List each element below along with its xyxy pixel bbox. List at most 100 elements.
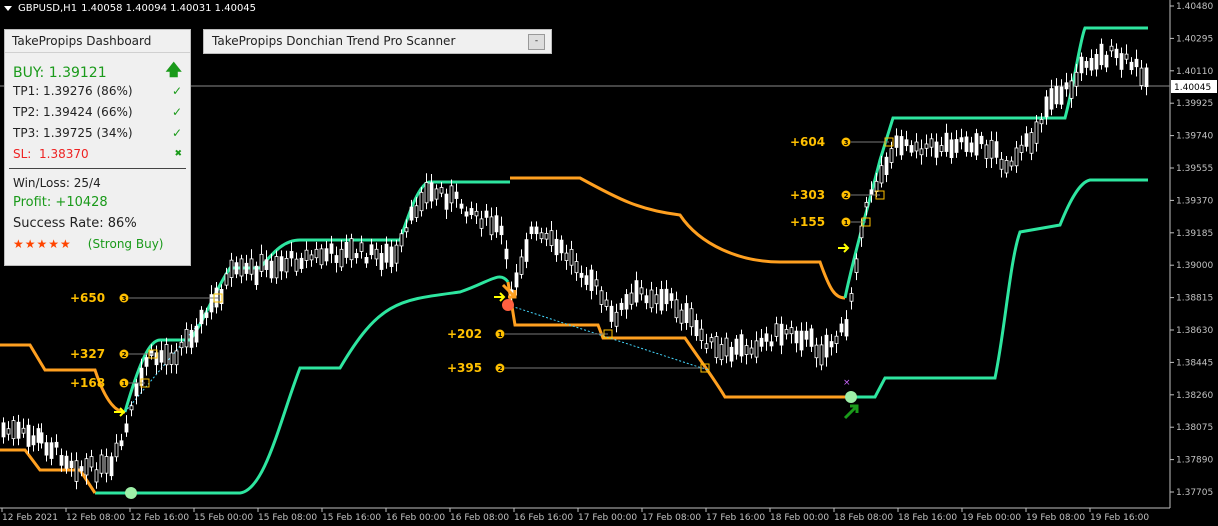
candle-body: [829, 341, 834, 348]
candle-body: [1104, 54, 1109, 68]
candle-body: [539, 232, 544, 240]
candle-body: [1089, 57, 1094, 71]
price-tick-label: 1.38075: [1176, 423, 1213, 433]
candle-body: [1134, 58, 1139, 68]
candle-body: [129, 405, 134, 411]
buy-row: BUY: 1.39121 🡅: [13, 59, 182, 86]
candle-body: [684, 303, 689, 324]
candle-body: [699, 328, 704, 341]
tp2-label: TP2: 1.39424 (66%): [13, 105, 133, 119]
donchian-lower-band-4: [506, 281, 850, 399]
time-tick-label: 16 Feb 08:00: [450, 513, 509, 523]
candle-body: [959, 137, 964, 143]
candle-body: [469, 208, 474, 216]
profit-label: +168: [70, 376, 105, 390]
candle-body: [1064, 82, 1069, 90]
candle-body: [569, 248, 574, 266]
candle-body: [274, 256, 279, 279]
candle-body: [304, 249, 309, 261]
candle-body: [179, 341, 184, 349]
candle-body: [899, 136, 904, 156]
target-number: 3: [122, 295, 127, 303]
chevron-down-icon[interactable]: [4, 6, 12, 11]
candle-body: [954, 139, 959, 153]
minimize-button[interactable]: -: [528, 34, 545, 50]
candle-body: [594, 279, 599, 287]
candle-body: [364, 256, 369, 264]
candle-body: [314, 248, 319, 259]
candle-body: [669, 293, 674, 301]
time-tick-label: 19 Feb 16:00: [1090, 513, 1149, 523]
buy-signal-dot-1: [125, 487, 137, 499]
candle-body: [504, 248, 509, 260]
candle-body: [159, 350, 164, 363]
candle-body: [974, 133, 979, 156]
candle-body: [1059, 86, 1064, 105]
candle-body: [859, 225, 864, 239]
candle-body: [1039, 119, 1044, 125]
entry-arrow-icon-2: [494, 292, 506, 302]
target-number: 1: [122, 380, 127, 388]
price-tick-label: 1.39925: [1176, 99, 1213, 109]
symbol-info-bar[interactable]: GBPUSD,H1 1.40058 1.40094 1.40031 1.4004…: [4, 3, 256, 14]
candle-body: [994, 141, 999, 158]
rating-row: ★★★★★ (Strong Buy): [13, 237, 182, 251]
candle-body: [199, 309, 204, 325]
candle-body: [969, 142, 974, 153]
candle-body: [844, 319, 849, 337]
exit-x-icon: ×: [843, 378, 851, 388]
candle-body: [479, 218, 484, 229]
candle-body: [939, 145, 944, 152]
candle-body: [264, 259, 269, 270]
dashboard-panel[interactable]: TakePropips Dashboard BUY: 1.39121 🡅 TP1…: [4, 29, 191, 266]
candle-body: [704, 343, 709, 349]
candle-body: [824, 334, 829, 358]
candle-body: [544, 233, 549, 240]
scanner-title: TakePropips Donchian Trend Pro Scanner: [212, 34, 456, 48]
time-axis-labels: 12 Feb 2021 12 Feb 08:00 12 Feb 16:00 15 Fe…: [1, 508, 1149, 523]
candle-body: [229, 259, 234, 278]
price-tick-label: 1.40480: [1176, 2, 1213, 12]
candle-body: [404, 227, 409, 233]
candle-body: [234, 262, 239, 275]
candle-body: [909, 145, 914, 153]
candle-body: [934, 141, 939, 158]
check-icon: ✓: [171, 84, 182, 98]
time-tick-label: 17 Feb 16:00: [706, 513, 765, 523]
candle-body: [84, 458, 89, 476]
candle-body: [1049, 88, 1054, 110]
candle-body: [134, 382, 139, 397]
candle-body: [439, 187, 444, 194]
candle-body: [944, 132, 949, 152]
candle-body: [6, 428, 11, 435]
entry-arrow-icon-3: [838, 243, 850, 253]
candle-body: [259, 253, 264, 272]
candle-body: [744, 345, 749, 355]
candle-body: [724, 337, 729, 357]
current-price-text: 1.40045: [1174, 83, 1211, 93]
candle-body: [454, 191, 459, 199]
candle-body: [11, 420, 16, 440]
candle-body: [649, 289, 654, 309]
candle-body: [464, 211, 469, 217]
time-tick-label: 16 Feb 16:00: [514, 513, 573, 523]
candle-body: [914, 141, 919, 152]
buy-arrow-icon: [843, 404, 859, 420]
candle-body: [814, 344, 819, 359]
scanner-panel[interactable]: TakePropips Donchian Trend Pro Scanner -: [203, 29, 552, 54]
price-tick-label: 1.37890: [1176, 456, 1213, 466]
candle-body: [329, 243, 334, 254]
candle-body: [309, 254, 314, 261]
price-tick-label: 1.39740: [1176, 132, 1213, 142]
candle-body: [184, 328, 189, 348]
candle-body: [334, 255, 339, 263]
price-axis-labels: 1.40480 1.40295 1.40110 1.39925 1.39740 1.395…: [1170, 2, 1213, 498]
candle-body: [879, 165, 884, 184]
candle-body: [194, 325, 199, 343]
candle-body: [1094, 54, 1099, 70]
candle-body: [119, 440, 124, 447]
candle-body: [819, 344, 824, 366]
check-icon: ✓: [171, 105, 182, 119]
candle-body: [284, 258, 289, 273]
profit-label: +650: [70, 291, 105, 305]
